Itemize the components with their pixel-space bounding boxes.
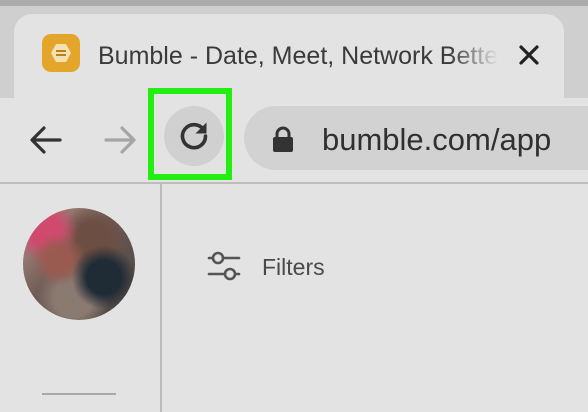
tab-title: Bumble - Date, Meet, Network Better	[98, 42, 498, 70]
browser-tab[interactable]: Bumble - Date, Meet, Network Better	[14, 14, 564, 98]
close-icon[interactable]	[512, 38, 546, 72]
arrow-left-icon	[30, 126, 62, 154]
lock-icon[interactable]	[270, 125, 296, 153]
arrow-right-icon	[104, 126, 136, 154]
back-button[interactable]	[24, 118, 68, 162]
reload-highlight-box	[148, 88, 232, 180]
sliders-icon[interactable]	[206, 248, 242, 284]
filters-label[interactable]: Filters	[262, 252, 325, 282]
main-content	[162, 184, 588, 412]
forward-button[interactable]	[98, 118, 142, 162]
sidebar-separator	[42, 393, 116, 395]
bumble-favicon-icon	[42, 34, 80, 72]
url-text[interactable]: bumble.com/app	[322, 120, 551, 160]
profile-avatar[interactable]	[23, 208, 135, 320]
